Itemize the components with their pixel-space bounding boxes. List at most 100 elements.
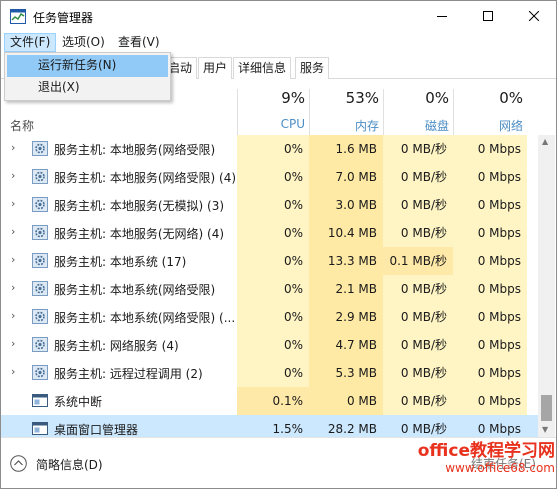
process-name: 服务主机: 远程过程调用 (2) — [54, 367, 203, 381]
maximize-icon — [483, 10, 493, 24]
expand-chevron-icon[interactable]: › — [11, 309, 21, 323]
process-network: 0 Mbps — [453, 219, 527, 247]
process-network: 0 Mbps — [453, 191, 527, 219]
process-memory: 13.3 MB — [309, 247, 383, 275]
gear-icon — [32, 365, 48, 380]
expand-chevron-icon[interactable]: › — [11, 141, 21, 155]
process-memory: 4.7 MB — [309, 331, 383, 359]
process-cpu: 0% — [237, 331, 309, 359]
expand-chevron-icon[interactable]: › — [11, 281, 21, 295]
vertical-scrollbar[interactable]: ▲ ▼ — [538, 135, 555, 437]
process-cpu: 0% — [237, 135, 309, 163]
process-name: 系统中断 — [54, 395, 103, 409]
menu-options[interactable]: 选项(O) — [57, 33, 110, 52]
column-network-header[interactable]: 0% 网络 — [453, 89, 527, 135]
process-cpu: 0% — [237, 219, 309, 247]
expand-chevron-icon[interactable]: › — [11, 337, 21, 351]
process-disk: 0 MB/秒 — [383, 191, 453, 219]
process-row[interactable]: › 服务主机: 本地系统(网络受限) 0% 2.1 MB 0 MB/秒 0 Mb… — [1, 275, 538, 303]
process-cpu: 0% — [237, 275, 309, 303]
process-disk: 0 MB/秒 — [383, 415, 453, 437]
process-network: 0 Mbps — [453, 247, 527, 275]
run-new-task-item[interactable]: 运行新任务(N) — [7, 55, 168, 77]
menu-view[interactable]: 查看(V) — [113, 33, 165, 52]
gear-icon — [32, 309, 48, 324]
expand-chevron-icon[interactable]: › — [11, 253, 21, 267]
process-name: 服务主机: 本地服务(网络受限) — [54, 143, 216, 157]
column-disk-header[interactable]: 0% 磁盘 — [383, 89, 453, 135]
expand-chevron-icon[interactable]: › — [11, 365, 21, 379]
gear-icon — [32, 225, 48, 240]
close-icon — [528, 10, 540, 24]
minimize-button[interactable] — [419, 1, 465, 32]
process-row[interactable]: › 服务主机: 本地系统(网络受限) (... 0% 2.9 MB 0 MB/秒… — [1, 303, 538, 331]
process-network: 0 Mbps — [453, 303, 527, 331]
maximize-button[interactable] — [465, 1, 511, 32]
process-network: 0 Mbps — [453, 163, 527, 191]
process-cpu: 0% — [237, 191, 309, 219]
process-network: 0 Mbps — [453, 387, 527, 415]
exit-item[interactable]: 退出(X) — [7, 77, 168, 99]
fewer-details-link[interactable]: 简略信息(D) — [36, 456, 103, 473]
process-memory: 5.3 MB — [309, 359, 383, 387]
process-row[interactable]: › 服务主机: 本地服务(网络受限) (4) 0% 7.0 MB 0 MB/秒 … — [1, 163, 538, 191]
process-memory: 0 MB — [309, 387, 383, 415]
scroll-down-arrow-icon[interactable]: ▼ — [542, 425, 548, 434]
window-icon — [32, 421, 48, 436]
process-cpu: 0% — [237, 303, 309, 331]
close-button[interactable] — [511, 1, 556, 32]
process-memory: 7.0 MB — [309, 163, 383, 191]
process-row[interactable]: › 服务主机: 远程过程调用 (2) 0% 5.3 MB 0 MB/秒 0 Mb… — [1, 359, 538, 387]
process-memory: 2.1 MB — [309, 275, 383, 303]
gear-icon — [32, 141, 48, 156]
scroll-up-arrow-icon[interactable]: ▲ — [542, 137, 548, 146]
task-manager-window: 任务管理器 文件(F) 选项(O) 查看(V) 启动 用户 详细信息 服务 运行… — [0, 0, 557, 489]
cpu-label: CPU — [280, 117, 305, 131]
task-manager-icon — [10, 9, 26, 24]
process-row[interactable]: › 服务主机: 本地服务(无模拟) (3) 0% 3.0 MB 0 MB/秒 0… — [1, 191, 538, 219]
process-row[interactable]: › 服务主机: 本地服务(无网络) (4) 0% 10.4 MB 0 MB/秒 … — [1, 219, 538, 247]
gear-icon — [32, 253, 48, 268]
process-network: 0 Mbps — [453, 331, 527, 359]
tab-services[interactable]: 服务 — [295, 57, 330, 79]
expand-chevron-icon[interactable]: › — [11, 225, 21, 239]
gear-icon — [32, 169, 48, 184]
process-name: 服务主机: 本地服务(无模拟) (3) — [54, 199, 225, 213]
collapse-chevron-icon[interactable] — [10, 455, 27, 472]
process-cpu: 0% — [237, 247, 309, 275]
process-network: 0 Mbps — [453, 415, 527, 437]
process-disk: 0 MB/秒 — [383, 275, 453, 303]
expand-chevron-icon[interactable]: › — [11, 197, 21, 211]
column-cpu-header[interactable]: 9% CPU — [237, 89, 309, 135]
menu-file[interactable]: 文件(F) — [4, 33, 57, 52]
process-disk: 0 MB/秒 — [383, 303, 453, 331]
tab-details[interactable]: 详细信息 — [233, 57, 292, 79]
file-menu-dropdown: 运行新任务(N) 退出(X) — [4, 52, 171, 101]
process-row[interactable]: 系统中断 0.1% 0 MB 0 MB/秒 0 Mbps — [1, 387, 538, 415]
column-memory-header[interactable]: 53% 内存 — [309, 89, 383, 135]
process-name: 服务主机: 网络服务 (4) — [54, 339, 179, 353]
process-row[interactable]: › 服务主机: 网络服务 (4) 0% 4.7 MB 0 MB/秒 0 Mbps — [1, 331, 538, 359]
process-row[interactable]: › 服务主机: 本地系统 (17) 0% 13.3 MB 0.1 MB/秒 0 … — [1, 247, 538, 275]
process-disk: 0.1 MB/秒 — [383, 247, 453, 275]
title-bar[interactable]: 任务管理器 — [1, 1, 556, 32]
process-row[interactable]: › 服务主机: 本地服务(网络受限) 0% 1.6 MB 0 MB/秒 0 Mb… — [1, 135, 538, 163]
cpu-total-percent: 9% — [281, 89, 305, 107]
process-name: 服务主机: 本地系统(网络受限) (... — [54, 311, 236, 325]
process-memory: 3.0 MB — [309, 191, 383, 219]
process-name: 服务主机: 本地服务(无网络) (4) — [54, 227, 225, 241]
process-list: › 服务主机: 本地服务(网络受限) 0% 1.6 MB 0 MB/秒 0 Mb… — [1, 135, 538, 437]
process-cpu: 0.1% — [237, 387, 309, 415]
gear-icon — [32, 337, 48, 352]
column-name-header[interactable]: 名称 — [10, 117, 34, 134]
process-row-selected[interactable]: 桌面窗口管理器 1.5% 28.2 MB 0 MB/秒 0 Mbps — [1, 415, 538, 437]
watermark-title: office教程学习网 — [417, 441, 555, 461]
disk-label: 磁盘 — [424, 119, 449, 133]
minimize-icon — [437, 10, 447, 24]
scroll-thumb[interactable] — [541, 395, 552, 421]
process-network: 0 Mbps — [453, 359, 527, 387]
expand-chevron-icon[interactable]: › — [11, 169, 21, 183]
process-name: 服务主机: 本地系统 (17) — [54, 255, 187, 269]
watermark-url: www.office68.com — [445, 461, 555, 475]
tab-users[interactable]: 用户 — [198, 57, 233, 79]
